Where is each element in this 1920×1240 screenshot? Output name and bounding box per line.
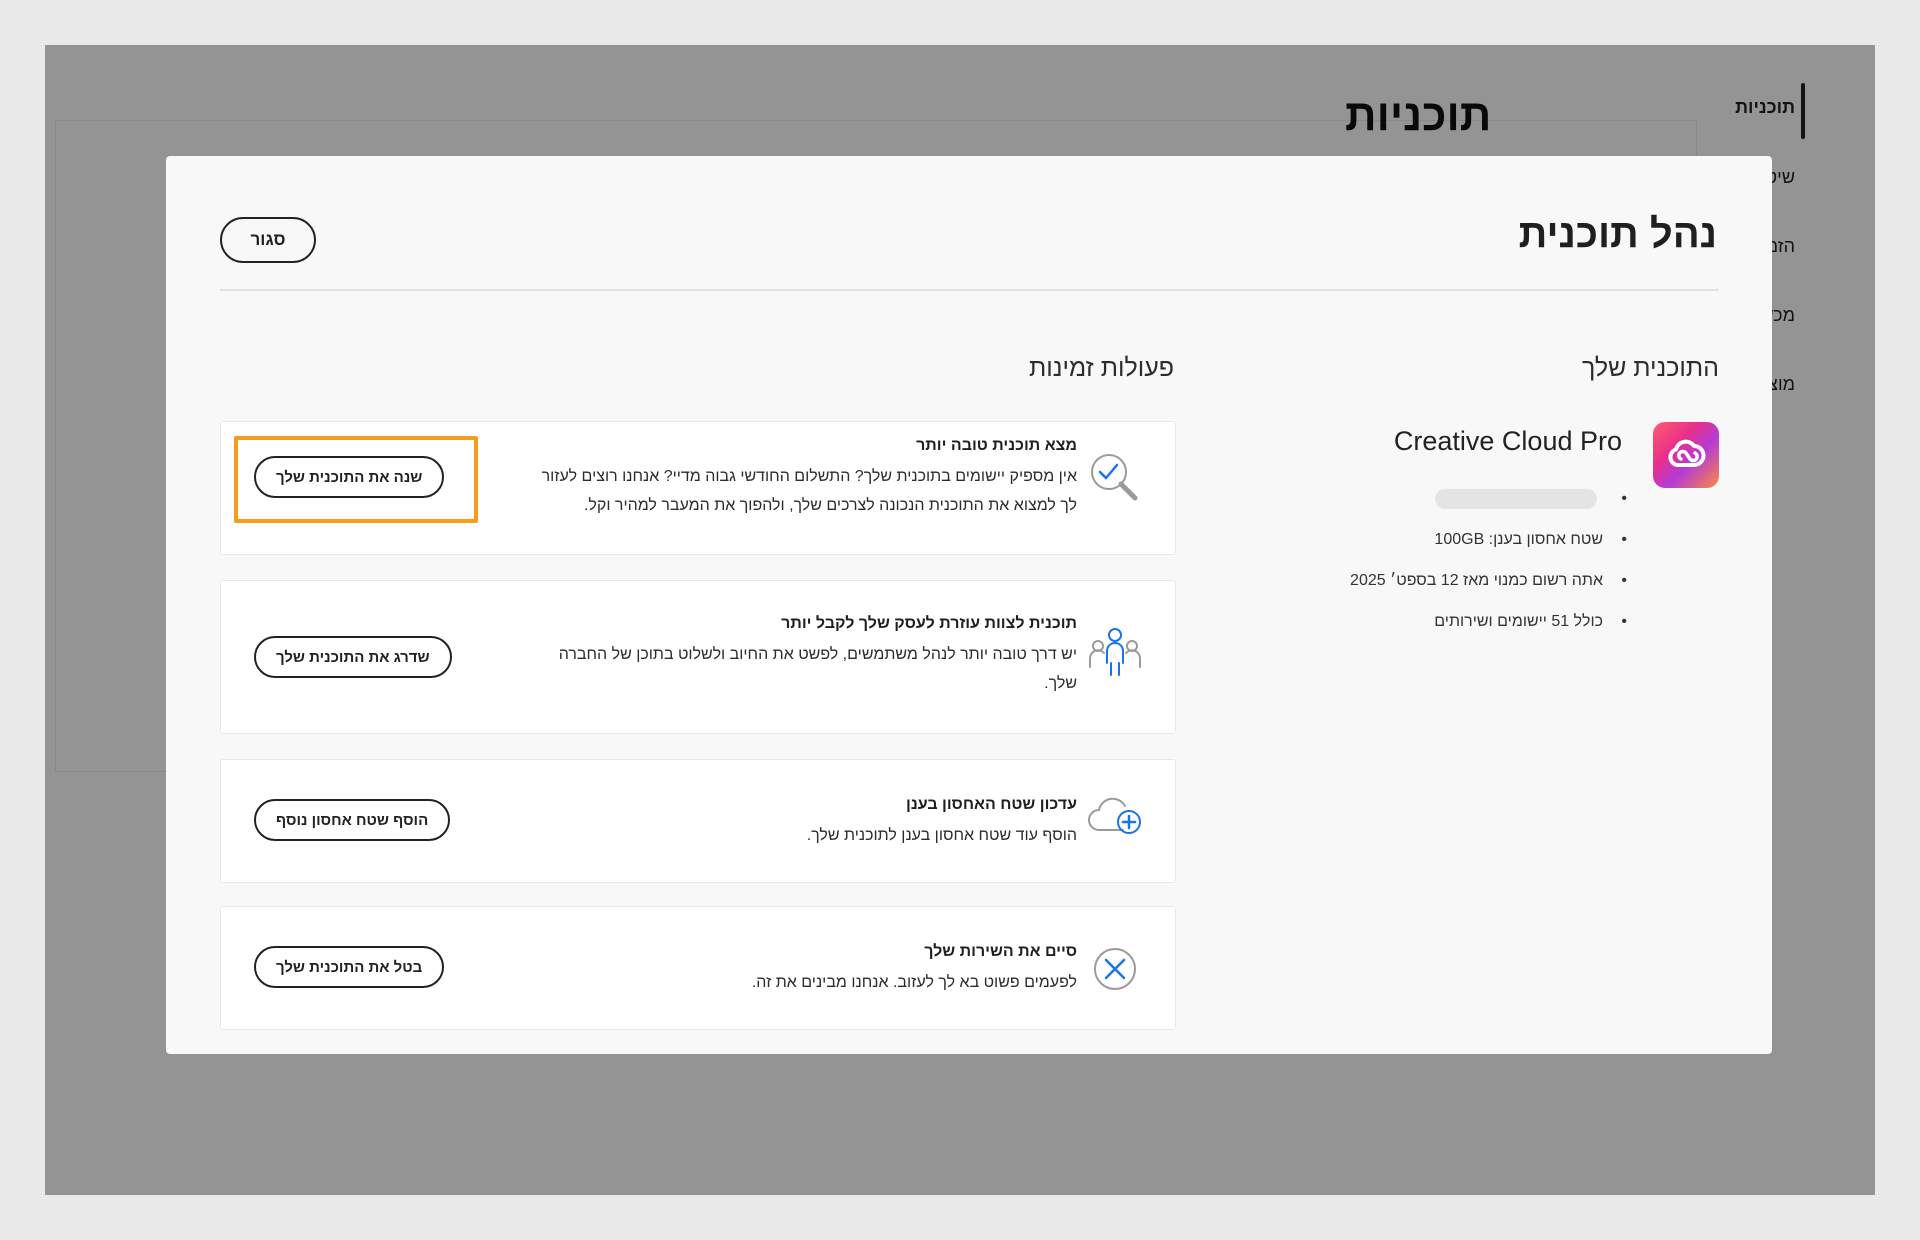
creative-cloud-logo-icon <box>1653 422 1719 488</box>
plan-details-list: שטח אחסון בענן: 100GB אתה רשום כמנוי מאז… <box>1350 478 1627 642</box>
upgrade-plan-button[interactable]: שדרג את התוכנית שלך <box>254 636 452 678</box>
modal-backdrop[interactable]: נהל תוכנית סגור התוכנית שלך Creative Clo… <box>45 45 1875 1195</box>
dialog-title: נהל תוכנית <box>1518 212 1717 256</box>
card-text: עדכון שטח האחסון בענן הוסף עוד שטח אחסון… <box>487 793 1077 850</box>
cancel-circle-icon <box>1085 939 1145 999</box>
magnifier-check-icon <box>1085 448 1145 508</box>
cancel-plan-button[interactable]: בטל את התוכנית שלך <box>254 946 445 988</box>
card-text: סיים את השירות שלך לפעמים פשוט בא לך לעז… <box>487 940 1077 997</box>
card-text: תוכנית לצוות עוזרת לעסק שלך לקבל יותר יש… <box>487 612 1077 698</box>
card-title: מצא תוכנית טובה יותר <box>916 437 1077 454</box>
action-card-find-better-plan: מצא תוכנית טובה יותר אין מספיק יישומים ב… <box>220 421 1176 555</box>
close-button[interactable]: סגור <box>220 217 316 263</box>
cloud-plus-icon <box>1085 790 1145 850</box>
plan-detail-member-since: אתה רשום כמנוי מאז 12 בספט׳ 2025 <box>1350 560 1627 601</box>
plan-detail-redacted <box>1350 478 1627 519</box>
card-title: תוכנית לצוות עוזרת לעסק שלך לקבל יותר <box>781 615 1077 632</box>
team-users-icon <box>1085 625 1145 685</box>
action-card-team-plan: תוכנית לצוות עוזרת לעסק שלך לקבל יותר יש… <box>220 580 1176 734</box>
card-description: אין מספיק יישומים בתוכנית שלך? התשלום הח… <box>487 462 1077 520</box>
card-description: לפעמים פשוט בא לך לעזוב. אנחנו מבינים את… <box>751 974 1077 991</box>
card-description-line: לך למצוא את התוכנית הנכונה לצרכים שלך, ו… <box>583 497 1077 514</box>
available-actions-heading: פעולות זמינות <box>1029 354 1174 382</box>
card-description-line: שלך. <box>1044 675 1077 692</box>
highlight-box <box>234 436 478 523</box>
app-background: תוכניות תוכניות שיטות ה הזמנות מכשירים מ… <box>45 45 1875 1195</box>
action-card-cloud-storage: עדכון שטח האחסון בענן הוסף עוד שטח אחסון… <box>220 759 1176 883</box>
manage-plan-dialog: נהל תוכנית סגור התוכנית שלך Creative Clo… <box>166 156 1772 1054</box>
card-description: הוסף עוד שטח אחסון בענן לתוכנית שלך. <box>806 827 1077 844</box>
card-description-line: יש דרך טובה יותר לנהל משתמשים, לפשט את ה… <box>558 646 1077 663</box>
action-card-cancel-service: סיים את השירות שלך לפעמים פשוט בא לך לעז… <box>220 906 1176 1030</box>
plan-detail-apps-included: כולל 51 יישומים ושירותים <box>1350 601 1627 642</box>
card-text: מצא תוכנית טובה יותר אין מספיק יישומים ב… <box>487 434 1077 520</box>
product-name: Creative Cloud Pro <box>1393 426 1622 456</box>
card-description: יש דרך טובה יותר לנהל משתמשים, לפשט את ה… <box>487 640 1077 698</box>
redacted-text <box>1435 488 1597 509</box>
header-divider <box>220 289 1719 291</box>
card-title: סיים את השירות שלך <box>924 943 1077 960</box>
add-storage-button[interactable]: הוסף שטח אחסון נוסף <box>254 799 451 841</box>
your-plan-heading: התוכנית שלך <box>1581 354 1719 382</box>
plan-detail-storage: שטח אחסון בענן: 100GB <box>1350 519 1627 560</box>
card-title: עדכון שטח האחסון בענן <box>906 796 1077 813</box>
card-description-line: אין מספיק יישומים בתוכנית שלך? התשלום הח… <box>541 468 1077 485</box>
